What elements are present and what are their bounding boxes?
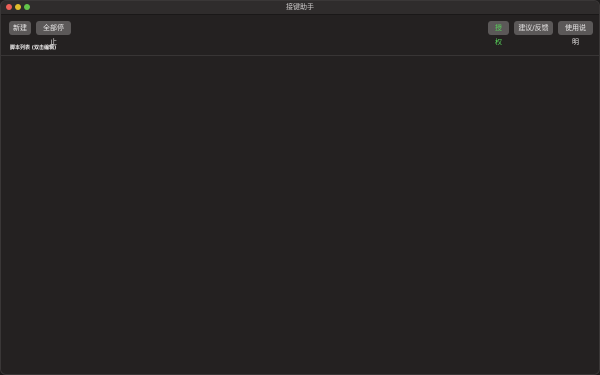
- stop-all-button[interactable]: 全部停止: [36, 21, 71, 46]
- script-list[interactable]: [1, 56, 599, 374]
- feedback-button[interactable]: 建议/反馈: [514, 21, 553, 35]
- app-window: 接键助手 新建 全部停止 授权 建议/反馈 使用说明 脚本列表 (双击编辑): [0, 0, 600, 375]
- authorize-button[interactable]: 授权: [488, 21, 509, 46]
- window-title: 接键助手: [286, 3, 314, 11]
- help-button[interactable]: 使用说明: [558, 21, 593, 46]
- script-list-title: 脚本列表 (双击编辑): [10, 45, 57, 51]
- new-button[interactable]: 新建: [9, 21, 31, 35]
- title-bar[interactable]: 接键助手: [1, 1, 599, 15]
- script-list-header: 脚本列表 (双击编辑): [1, 41, 599, 56]
